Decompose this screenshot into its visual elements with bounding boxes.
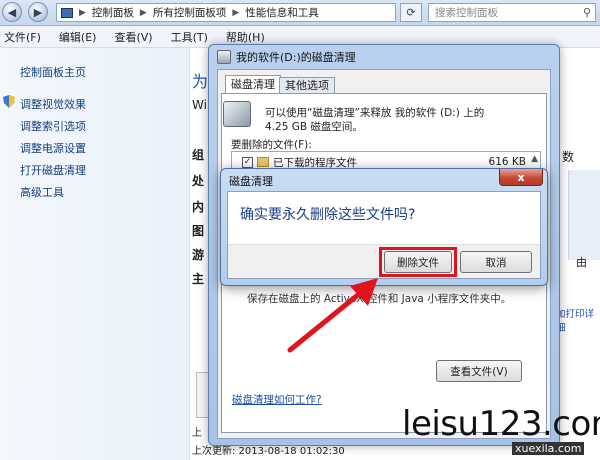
score-tile — [568, 170, 600, 260]
control-panel-icon — [61, 7, 73, 18]
menu-tools[interactable]: 工具(T) — [171, 29, 208, 45]
disk-cleanup-title: 我的软件(D:)的磁盘清理 — [236, 51, 356, 64]
shield-icon — [2, 94, 16, 108]
right-fragment: 由 — [576, 256, 587, 269]
row-fragment: 主 — [192, 272, 205, 286]
chevron-right-icon: ▶ — [232, 7, 240, 18]
view-files-button[interactable]: 查看文件(V) — [436, 360, 522, 382]
tab-disk-cleanup[interactable]: 磁盘清理 — [225, 75, 281, 93]
tab-other-options[interactable]: 其他选项 — [279, 77, 335, 93]
row-fragment: 图 — [192, 224, 205, 238]
sidebar: 控制面板主页 调整视觉效果 调整索引选项 调整电源设置 打开磁盘清理 高级工具 — [0, 48, 190, 460]
sidebar-item-visual-effects[interactable]: 调整视觉效果 — [20, 96, 86, 112]
back-button[interactable]: ◀ — [2, 2, 22, 22]
row-fragment: 游 — [192, 248, 205, 262]
folder-icon — [257, 157, 269, 167]
page-title-fragment: 为 — [192, 72, 209, 91]
search-placeholder: 搜索控制面板 — [435, 7, 498, 19]
sidebar-item-home[interactable]: 控制面板主页 — [20, 64, 86, 80]
bottom-fragment: 上 — [192, 428, 202, 439]
how-it-works-link[interactable]: 磁盘清理如何工作? — [232, 392, 322, 407]
address-bar: ◀ ▶ ▶ 控制面板 ▶ 所有控制面板项 ▶ 性能信息和工具 ⟳ 搜索控制面板 … — [0, 0, 600, 26]
group-fragment: 组 — [192, 148, 205, 162]
breadcrumb-item[interactable]: 性能信息和工具 — [245, 5, 319, 20]
sidebar-item-power[interactable]: 调整电源设置 — [20, 140, 86, 156]
row-fragment: 内 — [192, 200, 205, 214]
menu-file[interactable]: 文件(F) — [4, 29, 41, 45]
files-list-label: 要删除的文件(F): — [231, 139, 312, 151]
close-button[interactable]: x — [499, 169, 543, 186]
refresh-button[interactable]: ⟳ — [400, 3, 422, 22]
scroll-up-icon[interactable]: ▲ — [531, 154, 538, 164]
confirm-title: 磁盘清理 — [229, 175, 273, 188]
cancel-button[interactable]: 取消 — [460, 251, 532, 273]
space-description: 可以使用“磁盘清理”来释放 我的软件 (D:) 上的 — [265, 107, 485, 119]
right-fragment: 数 — [562, 150, 575, 164]
confirm-body: 确实要永久删除这些文件吗? 删除文件 取消 — [227, 191, 541, 279]
space-amount: 4.25 GB 磁盘空间。 — [265, 121, 363, 133]
watermark-text: leisu123.com — [402, 404, 600, 444]
chevron-right-icon: ▶ — [79, 7, 86, 18]
disk-cleanup-icon — [223, 101, 251, 127]
disk-cleanup-titlebar: 我的软件(D:)的磁盘清理 — [217, 49, 356, 65]
row-fragment: 处 — [192, 174, 205, 188]
menu-edit[interactable]: 编辑(E) — [59, 29, 97, 45]
menu-view[interactable]: 查看(V) — [114, 29, 152, 45]
pointer-arrow — [287, 278, 378, 353]
breadcrumb-item[interactable]: 控制面板 — [92, 5, 134, 20]
sidebar-item-disk-cleanup[interactable]: 打开磁盘清理 — [20, 162, 86, 178]
search-icon[interactable]: ⚲ — [583, 6, 591, 19]
menu-help[interactable]: 帮助(H) — [226, 29, 265, 45]
watermark-sub: xuexila.com — [512, 442, 585, 455]
search-input[interactable]: 搜索控制面板 ⚲ — [428, 3, 596, 22]
delete-files-button[interactable]: 删除文件 — [384, 251, 452, 273]
sidebar-item-indexing[interactable]: 调整索引选项 — [20, 118, 86, 134]
subtitle-fragment: Wi — [192, 98, 207, 112]
sidebar-item-advanced-tools[interactable]: 高级工具 — [20, 184, 64, 200]
confirm-question: 确实要永久删除这些文件吗? — [240, 207, 416, 223]
forward-button[interactable]: ▶ — [28, 2, 48, 22]
disk-cleanup-app-icon — [217, 50, 231, 64]
breadcrumb[interactable]: ▶ 控制面板 ▶ 所有控制面板项 ▶ 性能信息和工具 — [56, 3, 396, 22]
breadcrumb-item[interactable]: 所有控制面板项 — [153, 5, 227, 20]
file-checkbox[interactable]: ✓ — [242, 156, 253, 168]
file-size: 616 KB — [488, 156, 526, 168]
chevron-right-icon: ▶ — [139, 7, 147, 18]
print-details-link[interactable]: 加打印详细 — [556, 306, 600, 334]
